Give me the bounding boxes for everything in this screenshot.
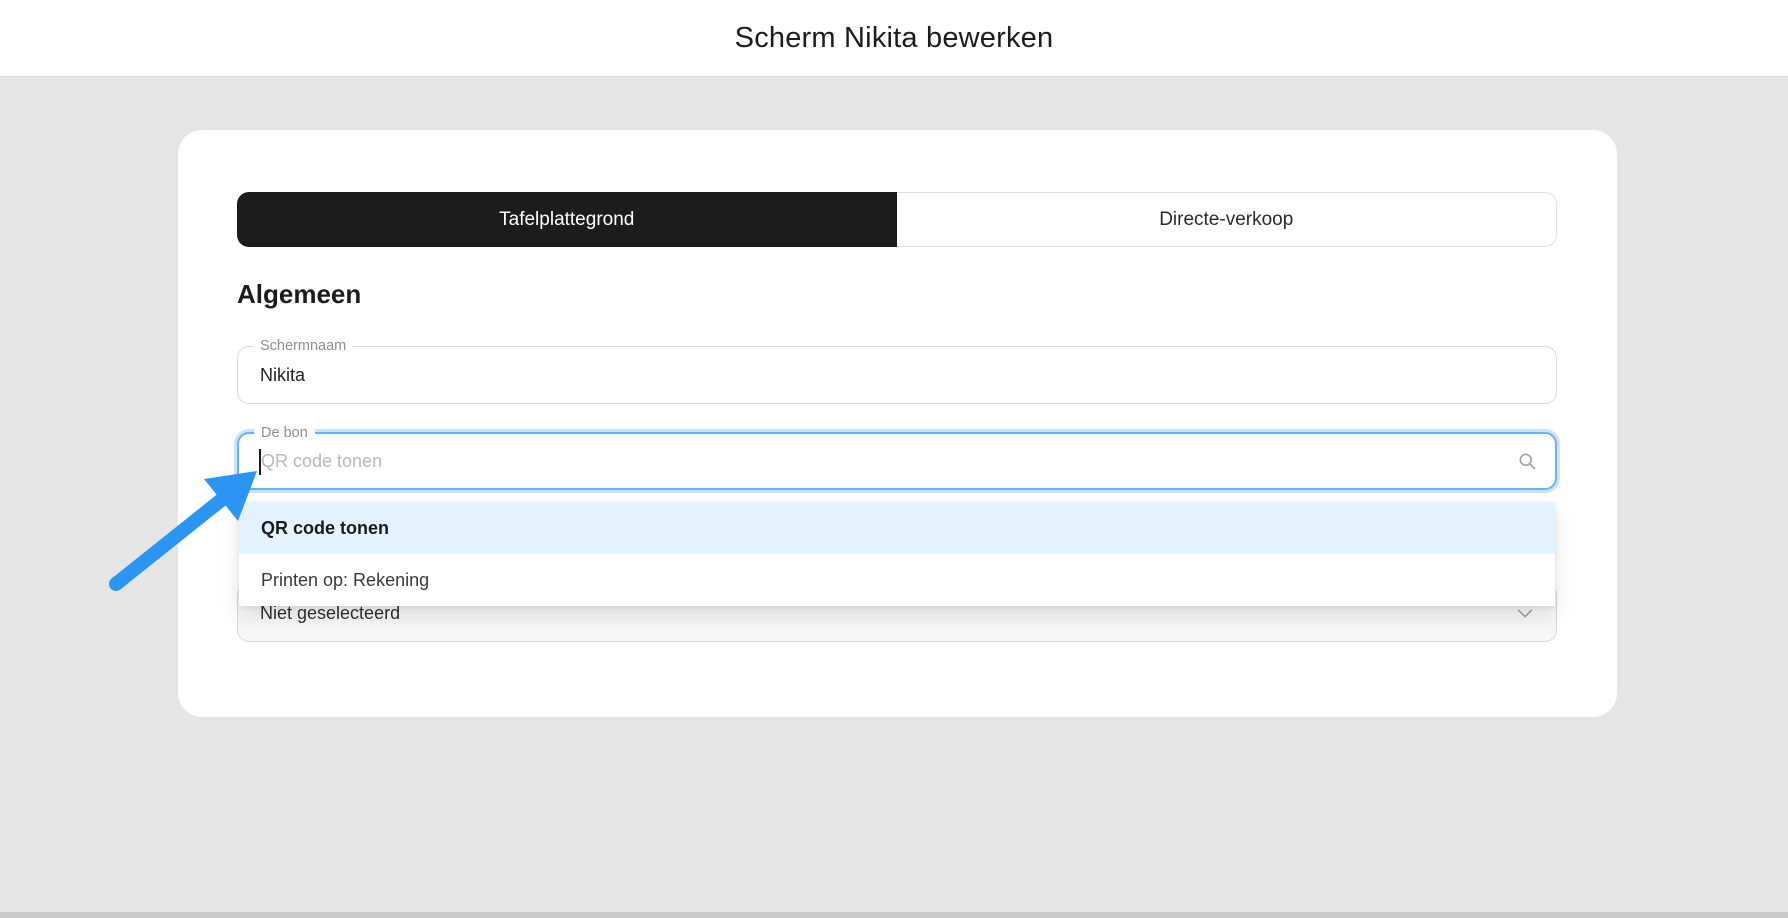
- tab-directe-verkoop[interactable]: Directe-verkoop: [897, 192, 1558, 247]
- schermnaam-label: Schermnaam: [253, 337, 353, 356]
- edit-screen-card: Tafelplattegrond Directe-verkoop Algemee…: [178, 130, 1617, 717]
- option-printen-op-rekening[interactable]: Printen op: Rekening: [239, 554, 1555, 606]
- section-heading-algemeen: Algemeen: [237, 279, 1557, 310]
- de-bon-field: De bon QR code tonen Printen op: Rekenin…: [237, 432, 1557, 490]
- text-caret: [259, 449, 261, 475]
- de-bon-label: De bon: [254, 424, 315, 443]
- de-bon-options-dropdown: QR code tonen Printen op: Rekening: [239, 502, 1555, 606]
- page-header: Scherm Nikita bewerken: [0, 0, 1788, 77]
- tab-bar: Tafelplattegrond Directe-verkoop: [237, 192, 1557, 247]
- search-icon: [1517, 451, 1537, 471]
- schermnaam-input[interactable]: [238, 347, 1556, 403]
- tab-label: Tafelplattegrond: [499, 209, 634, 231]
- de-bon-search-input[interactable]: [239, 434, 1555, 488]
- page-title: Scherm Nikita bewerken: [735, 22, 1054, 55]
- option-label: QR code tonen: [261, 518, 389, 539]
- schermnaam-field: Schermnaam: [237, 346, 1557, 404]
- option-label: Printen op: Rekening: [261, 570, 429, 591]
- tab-label: Directe-verkoop: [1159, 209, 1293, 231]
- screen-bottom-edge: [0, 912, 1788, 918]
- option-qr-code-tonen[interactable]: QR code tonen: [239, 502, 1555, 554]
- tab-tafelplattegrond[interactable]: Tafelplattegrond: [237, 192, 897, 247]
